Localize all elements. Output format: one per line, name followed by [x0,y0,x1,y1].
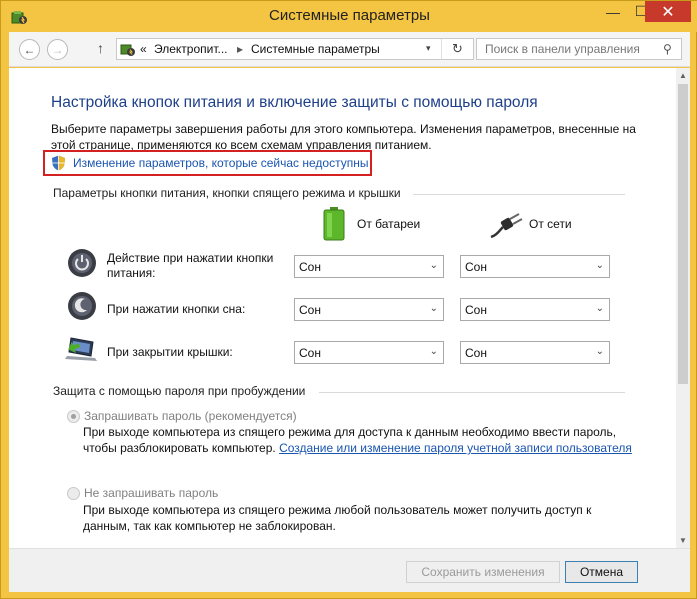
breadcrumb-separator[interactable]: ▸ [237,42,243,56]
title-bar: Системные параметры — ☐ ✕ [1,1,697,32]
chevron-down-icon: ⌄ [595,303,604,314]
highlight-box: Изменение параметров, которые сейчас нед… [43,150,372,176]
uac-shield-icon [52,155,65,171]
sleep-button-ac-select[interactable]: Сон ⌄ [460,298,610,321]
ac-column-header: От сети [529,217,572,231]
sleep-button-battery-select[interactable]: Сон ⌄ [294,298,444,321]
vertical-scrollbar[interactable]: ▲ ▼ [676,68,690,548]
change-unavailable-settings-link[interactable]: Изменение параметров, которые сейчас нед… [73,156,369,170]
power-button-action-label: Действие при нажатии кнопки питания: [107,251,274,280]
scroll-up-icon[interactable]: ▲ [676,68,690,83]
window: Системные параметры — ☐ ✕ ← → ↑ « Электр… [0,0,697,599]
breadcrumb-power-options[interactable]: Электропит... [154,42,228,56]
require-password-description: При выходе компьютера из спящего режима … [83,424,633,456]
scroll-thumb[interactable] [678,84,688,384]
power-button-battery-select[interactable]: Сон ⌄ [294,255,444,278]
back-button[interactable]: ← [19,39,40,60]
selected-value: Сон [299,346,321,360]
selected-value: Сон [299,303,321,317]
power-button-ac-select[interactable]: Сон ⌄ [460,255,610,278]
page-description: Выберите параметры завершения работы для… [51,122,636,152]
selected-value: Сон [465,303,487,317]
chevron-down-icon: ⌄ [595,346,604,357]
sleep-button-icon [68,292,96,320]
breadcrumb-overflow[interactable]: « [140,42,147,56]
search-icon[interactable]: ⚲ [663,42,672,56]
sleep-button-action-label: При нажатии кнопки сна: [107,302,246,316]
laptop-lid-icon [65,337,97,361]
content-pane: Настройка кнопок питания и включение защ… [9,68,676,548]
footer-bar: Сохранить изменения Отмена [9,548,690,592]
no-password-radio[interactable] [67,487,80,500]
power-buttons-section-title: Параметры кнопки питания, кнопки спящего… [53,186,401,200]
section-divider [413,194,625,195]
address-bar[interactable]: « Электропит... ▸ Системные параметры ▾ … [116,38,474,60]
forward-button[interactable]: → [47,39,68,60]
window-title: Системные параметры [269,7,430,24]
control-panel-icon [120,44,135,56]
battery-icon [323,207,345,241]
minimize-button[interactable]: — [599,1,627,22]
navigation-bar: ← → ↑ « Электропит... ▸ Системные параме… [9,32,690,67]
lid-close-action-label: При закрытии крышки: [107,345,233,359]
up-button[interactable]: ↑ [97,40,104,56]
section-divider [319,392,625,393]
lid-close-ac-select[interactable]: Сон ⌄ [460,341,610,364]
no-password-description: При выходе компьютера из спящего режима … [83,503,592,533]
close-button[interactable]: ✕ [645,1,691,22]
refresh-button[interactable]: ↻ [441,39,473,59]
password-section-title: Защита с помощью пароля при пробуждении [53,384,306,398]
require-password-radio[interactable] [67,410,80,423]
selected-value: Сон [465,260,487,274]
search-input[interactable]: Поиск в панели управления ⚲ [476,38,682,60]
save-changes-button[interactable]: Сохранить изменения [406,561,560,583]
battery-column-header: От батареи [357,217,421,231]
breadcrumb-system-settings[interactable]: Системные параметры [251,42,380,56]
selected-value: Сон [465,346,487,360]
page-title: Настройка кнопок питания и включение защ… [51,94,538,111]
scroll-down-icon[interactable]: ▼ [676,533,690,548]
create-change-password-link[interactable]: Создание или изменение пароля учетной за… [279,441,632,455]
power-plug-icon [490,213,523,239]
chevron-down-icon: ⌄ [595,260,604,271]
selected-value: Сон [299,260,321,274]
cancel-button[interactable]: Отмена [565,561,638,583]
chevron-down-icon: ⌄ [429,303,438,314]
search-placeholder: Поиск в панели управления [485,42,640,56]
require-password-label: Запрашивать пароль (рекомендуется) [84,409,297,423]
lid-close-battery-select[interactable]: Сон ⌄ [294,341,444,364]
chevron-down-icon: ⌄ [429,346,438,357]
address-dropdown-icon[interactable]: ▾ [426,43,431,54]
no-password-label: Не запрашивать пароль [84,486,219,500]
power-button-icon [68,249,96,277]
chevron-down-icon: ⌄ [429,260,438,271]
